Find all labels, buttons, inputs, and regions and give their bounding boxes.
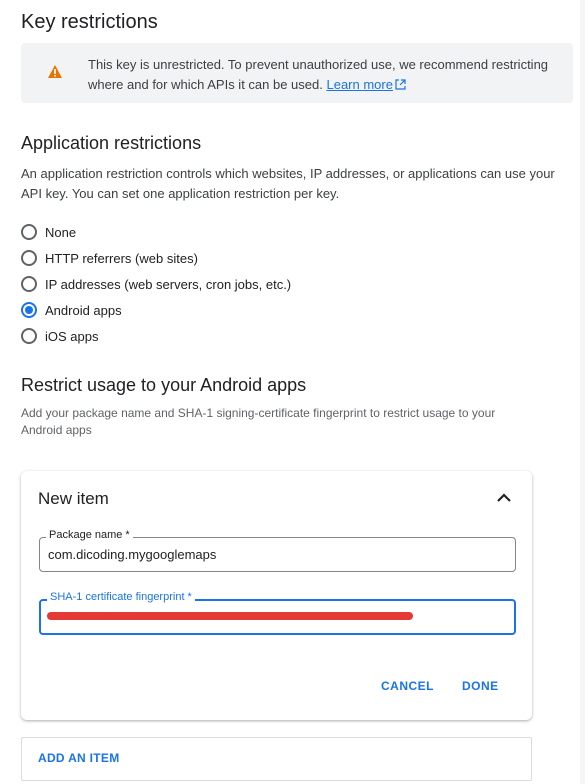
banner-message: This key is unrestricted. To prevent una… [88,57,549,92]
android-restriction-description: Add your package name and SHA-1 signing-… [21,406,496,437]
sha1-fingerprint-label: SHA-1 certificate fingerprint * [47,591,195,603]
radio-android-apps[interactable]: Android apps [21,300,122,320]
warning-icon [48,65,62,78]
chevron-up-icon[interactable] [492,486,516,510]
package-name-label: Package name * [46,529,133,541]
unrestricted-warning-banner: This key is unrestricted. To prevent una… [21,43,573,103]
radio-label: IP addresses (web servers, cron jobs, et… [45,276,292,292]
scrollbar[interactable] [580,0,585,784]
learn-more-link[interactable]: Learn more [326,77,406,92]
cancel-button[interactable]: CANCEL [381,679,434,693]
application-restrictions-description: An application restriction controls whic… [21,166,555,201]
package-name-field[interactable]: Package name * com.dicoding.mygooglemaps [39,529,516,572]
radio-button[interactable] [21,328,37,344]
radio-label: HTTP referrers (web sites) [45,250,198,266]
radio-button[interactable] [21,276,37,292]
application-restrictions-title: Application restrictions [21,133,202,153]
key-restrictions-title: Key restrictions [21,11,158,33]
radio-ip-addresses[interactable]: IP addresses (web servers, cron jobs, et… [21,274,291,294]
new-item-card: New item Package name * com.dicoding.myg… [21,471,532,720]
add-item-button[interactable]: ADD AN ITEM [21,737,532,781]
radio-label: iOS apps [45,328,99,344]
redaction-mark [47,612,413,620]
radio-button-selected[interactable] [21,302,37,318]
radio-button[interactable] [21,224,37,240]
radio-ios-apps[interactable]: iOS apps [21,326,98,346]
radio-label: None [45,224,77,240]
sha1-fingerprint-field[interactable]: SHA-1 certificate fingerprint * [39,591,516,635]
new-item-title: New item [38,489,109,508]
learn-more-label: Learn more [326,77,393,92]
open-in-new-icon [395,79,406,90]
package-name-value: com.dicoding.mygooglemaps [48,547,217,562]
banner-text: This key is unrestricted. To prevent una… [88,55,558,95]
done-button[interactable]: DONE [462,679,499,693]
radio-button[interactable] [21,250,37,266]
android-restriction-title: Restrict usage to your Android apps [21,375,307,395]
radio-none[interactable]: None [21,222,76,242]
add-item-label: ADD AN ITEM [38,751,120,765]
radio-label: Android apps [45,302,122,318]
radio-http-referrers[interactable]: HTTP referrers (web sites) [21,248,198,268]
